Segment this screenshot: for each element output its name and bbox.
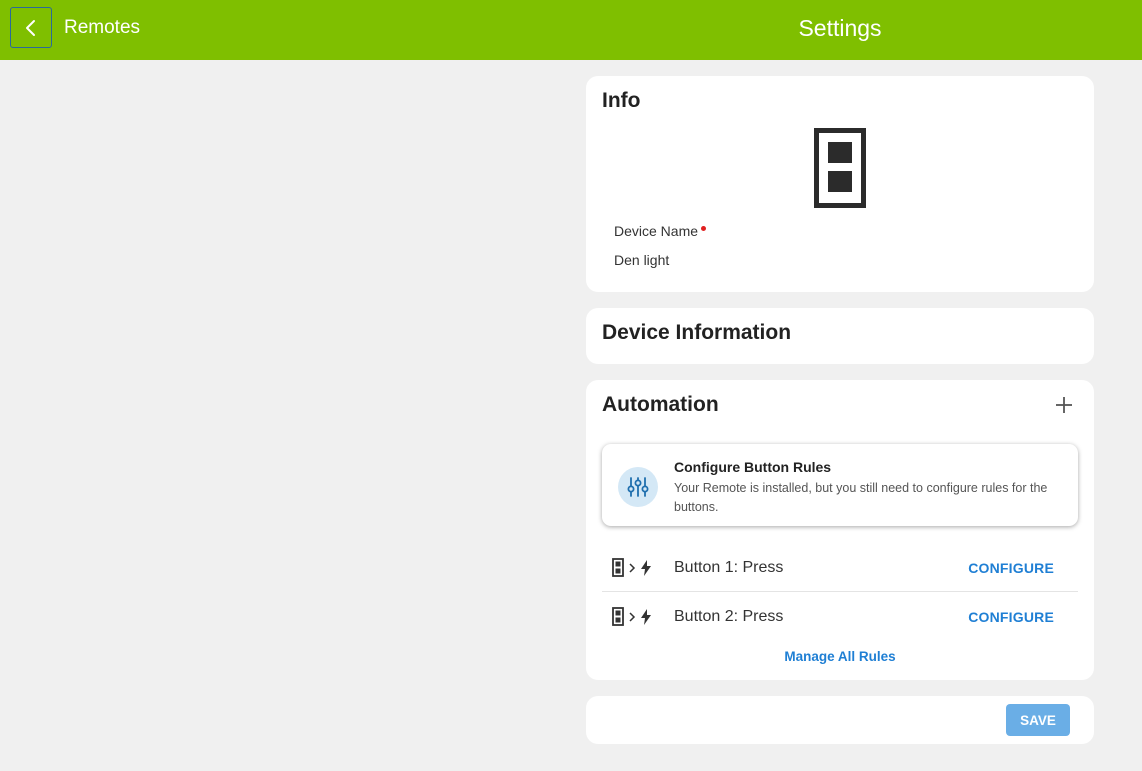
sliders-icon	[618, 467, 658, 507]
rule-label: Button 1: Press	[674, 559, 784, 576]
chevron-left-icon	[26, 19, 35, 36]
device-information-card[interactable]: Device Information	[586, 308, 1094, 364]
save-button[interactable]: SAVE	[1006, 704, 1070, 736]
remote-small-icon	[612, 607, 624, 626]
required-indicator	[701, 226, 707, 231]
chevron-right-icon	[629, 611, 636, 622]
automation-card: Automation Configure Button Rules Your R…	[586, 380, 1094, 680]
back-label[interactable]: Remotes	[64, 17, 140, 39]
automation-title: Automation	[602, 393, 719, 416]
lightning-icon	[641, 608, 651, 625]
remote-small-icon	[612, 558, 624, 577]
rule-icons	[612, 607, 652, 626]
rule-row: Button 1: Press CONFIGURE	[602, 544, 1078, 592]
chevron-right-icon	[629, 562, 636, 573]
configure-button[interactable]: CONFIGURE	[968, 560, 1054, 576]
lightning-icon	[641, 559, 651, 576]
rule-row: Button 2: Press CONFIGURE	[602, 593, 1078, 641]
device-name-label: Device Name	[614, 223, 707, 239]
page-title: Settings	[798, 15, 882, 41]
notice-title: Configure Button Rules	[674, 459, 832, 475]
manage-all-rules-link[interactable]: Manage All Rules	[586, 649, 1094, 664]
notice-text: Your Remote is installed, but you still …	[674, 481, 1048, 514]
plus-icon[interactable]	[1054, 395, 1074, 415]
save-card: SAVE	[586, 696, 1094, 744]
device-name-label-text: Device Name	[614, 223, 699, 239]
info-card: Info Device Name Den light	[586, 76, 1094, 292]
configure-button[interactable]: CONFIGURE	[968, 609, 1054, 625]
device-information-title: Device Information	[602, 321, 792, 344]
device-name-value[interactable]: Den light	[614, 252, 669, 268]
configure-rules-notice[interactable]: Configure Button Rules Your Remote is in…	[602, 444, 1078, 526]
back-button[interactable]	[10, 7, 52, 48]
rule-label: Button 2: Press	[674, 608, 784, 625]
remote-device-icon	[814, 128, 866, 208]
info-title: Info	[602, 89, 641, 112]
top-bar: Remotes Settings	[0, 0, 1142, 60]
rule-icons	[612, 558, 652, 577]
